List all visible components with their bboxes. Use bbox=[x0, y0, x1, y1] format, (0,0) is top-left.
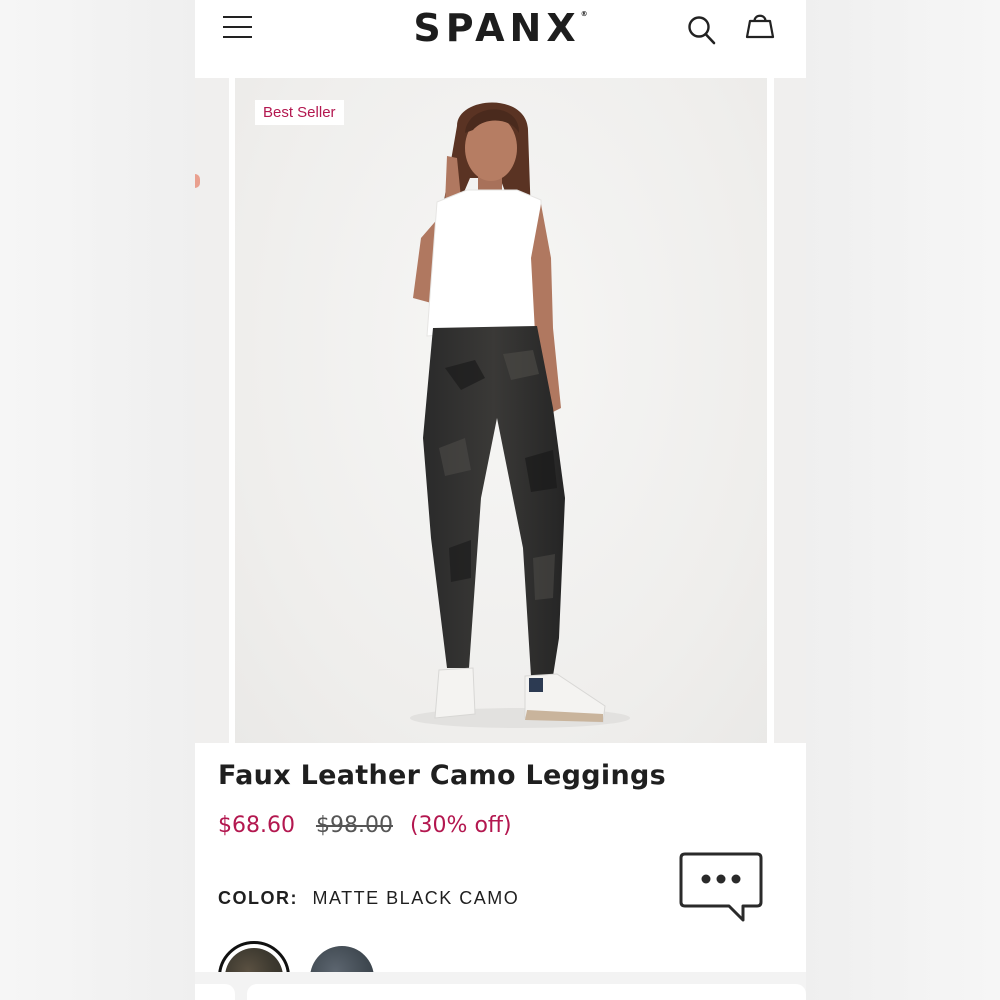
sale-price: $68.60 bbox=[218, 813, 295, 838]
background-left bbox=[0, 0, 195, 1000]
product-image-carousel[interactable]: Best Seller bbox=[195, 78, 806, 743]
bottom-left-tab[interactable] bbox=[195, 984, 235, 1000]
original-price: $98.00 bbox=[315, 813, 393, 838]
brand-name: SPANX bbox=[413, 6, 581, 50]
discount-label: (30% off) bbox=[409, 813, 512, 838]
previous-slide-image bbox=[195, 174, 200, 188]
background-right bbox=[806, 0, 1000, 1000]
previous-slide-peek[interactable] bbox=[195, 78, 229, 743]
color-label: COLOR: bbox=[218, 888, 298, 908]
model-wearing-leggings-image bbox=[410, 102, 630, 728]
top-header: SPANX® bbox=[195, 0, 806, 78]
product-title: Faux Leather Camo Leggings bbox=[218, 760, 666, 791]
registered-mark: ® bbox=[580, 10, 588, 18]
price-row: $68.60 $98.00 (30% off) bbox=[218, 813, 512, 838]
best-seller-badge: Best Seller bbox=[255, 100, 344, 125]
color-selection: COLOR: MATTE BLACK CAMO bbox=[218, 888, 519, 909]
next-slide-peek[interactable] bbox=[774, 78, 806, 743]
app-screen: SPANX® Best Seller Faux Leather Camo Leg… bbox=[195, 0, 806, 1000]
search-icon[interactable] bbox=[687, 14, 717, 46]
selected-color: MATTE BLACK CAMO bbox=[312, 888, 520, 908]
chat-bubble-icon[interactable] bbox=[677, 850, 765, 924]
shopping-bag-icon[interactable] bbox=[744, 10, 776, 42]
bottom-action-bar[interactable] bbox=[247, 984, 806, 1000]
product-image[interactable]: Best Seller bbox=[235, 78, 767, 743]
